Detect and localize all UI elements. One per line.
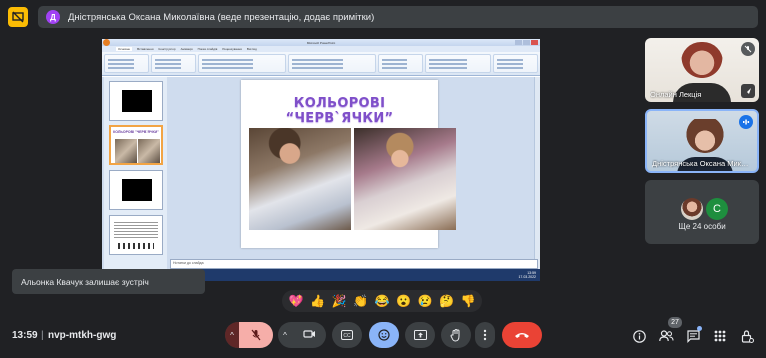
slide-photo-girl-painting xyxy=(354,128,456,230)
reaction-surprised-button[interactable]: 😮 xyxy=(395,295,413,307)
slide-thumbnail xyxy=(109,215,163,255)
captions-button[interactable]: CC xyxy=(332,322,362,348)
ppt-vertical-scrollbar xyxy=(534,77,540,269)
emoji-reactions-button[interactable] xyxy=(369,322,399,348)
ribbon-tab: Показ слайдів xyxy=(197,47,218,51)
meeting-time: 13:59 xyxy=(12,330,38,341)
ribbon-tab: Вигляд xyxy=(246,47,257,51)
leave-call-button[interactable] xyxy=(502,322,542,348)
participant-tile[interactable]: Онлайн Лекція xyxy=(645,38,759,102)
ppt-title-bar: Microsoft PowerPoint xyxy=(102,39,540,46)
people-count-badge: 27 xyxy=(668,317,682,328)
more-options-button[interactable] xyxy=(475,322,495,348)
reaction-thinking-button[interactable]: 🤔 xyxy=(438,295,456,307)
reaction-thumbs-up-button[interactable]: 👍 xyxy=(309,295,327,307)
camera-button[interactable] xyxy=(292,328,326,342)
svg-text:CC: CC xyxy=(343,333,351,339)
presenter-banner: Д Дністрянська Оксана Миколаївна (веде п… xyxy=(38,6,758,28)
slide-photo-boy-painting xyxy=(249,128,351,230)
participant-name: Дністрянська Оксана Миколаївна xyxy=(652,159,752,168)
speaking-indicator-icon xyxy=(739,115,753,129)
ribbon-tab: Вставлення xyxy=(137,47,154,51)
reaction-sad-button[interactable]: 😢 xyxy=(416,295,434,307)
reaction-thumbs-down-button[interactable]: 👎 xyxy=(459,295,477,307)
ribbon-tab: Рецензування xyxy=(222,47,242,51)
more-participants-label: Ще 24 особи xyxy=(678,222,726,231)
reaction-laugh-button[interactable]: 😂 xyxy=(373,295,391,307)
slide-thumbnail-pane: КОЛЬОРОВІ "ЧЕРВ`ЯЧКИ" xyxy=(104,77,167,269)
reaction-heart-button[interactable]: 💖 xyxy=(287,295,305,307)
slide-thumbnail-selected: КОЛЬОРОВІ "ЧЕРВ`ЯЧКИ" xyxy=(109,125,163,165)
office-button-icon xyxy=(103,39,110,46)
participant-left-toast: Альонка Квачук залишає зустріч xyxy=(12,269,205,294)
slide-title: КОЛЬОРОВІ “ЧЕРВ`ЯЧКИ” xyxy=(285,96,394,126)
host-controls-lock-icon[interactable] xyxy=(739,328,755,344)
participant-avatar xyxy=(681,198,703,220)
slide-thumbnail xyxy=(109,81,163,121)
mic-options-chevron-icon[interactable]: ^ xyxy=(225,322,239,348)
participant-avatar: С xyxy=(706,198,728,220)
ppt-window-title: Microsoft PowerPoint xyxy=(306,40,336,45)
pin-icon[interactable] xyxy=(741,84,755,98)
meeting-info-separator: | xyxy=(41,330,44,341)
current-slide: КОЛЬОРОВІ “ЧЕРВ`ЯЧКИ” xyxy=(241,80,456,248)
raise-hand-button[interactable] xyxy=(441,322,471,348)
camera-control: ^ xyxy=(278,322,326,348)
participant-name: Онлайн Лекція xyxy=(650,90,702,99)
people-button[interactable] xyxy=(658,328,674,344)
activities-button[interactable] xyxy=(712,328,728,344)
participant-tile-speaking[interactable]: Дністрянська Оксана Миколаївна xyxy=(645,109,759,173)
reactions-bar: 💖 👍 🎉 👏 😂 😮 😢 🤔 👎 xyxy=(282,290,482,312)
shared-screen[interactable]: Microsoft PowerPoint Основне Вставлення … xyxy=(102,39,540,281)
meeting-code[interactable]: nvp-mtkh-gwg xyxy=(48,330,116,341)
ribbon-tab: Конструктор xyxy=(158,47,176,51)
mic-off-button[interactable] xyxy=(239,322,273,348)
reaction-party-button[interactable]: 🎉 xyxy=(330,295,348,307)
mic-off-icon xyxy=(741,42,755,56)
slide-notes: Нотатки до слайда xyxy=(170,259,538,269)
presentation-warning-icon[interactable] xyxy=(8,7,28,27)
ppt-ribbon xyxy=(102,52,540,76)
reaction-clap-button[interactable]: 👏 xyxy=(352,295,370,307)
more-participants-tile[interactable]: С Ще 24 особи xyxy=(645,180,759,244)
camera-options-chevron-icon[interactable]: ^ xyxy=(278,331,292,340)
chat-unread-dot xyxy=(697,326,702,331)
meeting-details-button[interactable] xyxy=(631,328,647,344)
present-screen-button[interactable] xyxy=(405,322,435,348)
presenter-avatar: Д xyxy=(46,10,60,24)
taskbar-date: 17.03.2022 xyxy=(518,275,536,279)
microphone-control: ^ xyxy=(225,322,273,348)
ribbon-tab: Анімація xyxy=(180,47,193,51)
presenter-banner-text: Дністрянська Оксана Миколаївна (веде пре… xyxy=(68,11,375,23)
slide-thumbnail xyxy=(109,170,163,210)
top-bar: Д Дністрянська Оксана Миколаївна (веде п… xyxy=(8,5,758,29)
ribbon-tab: Основне xyxy=(116,47,133,51)
